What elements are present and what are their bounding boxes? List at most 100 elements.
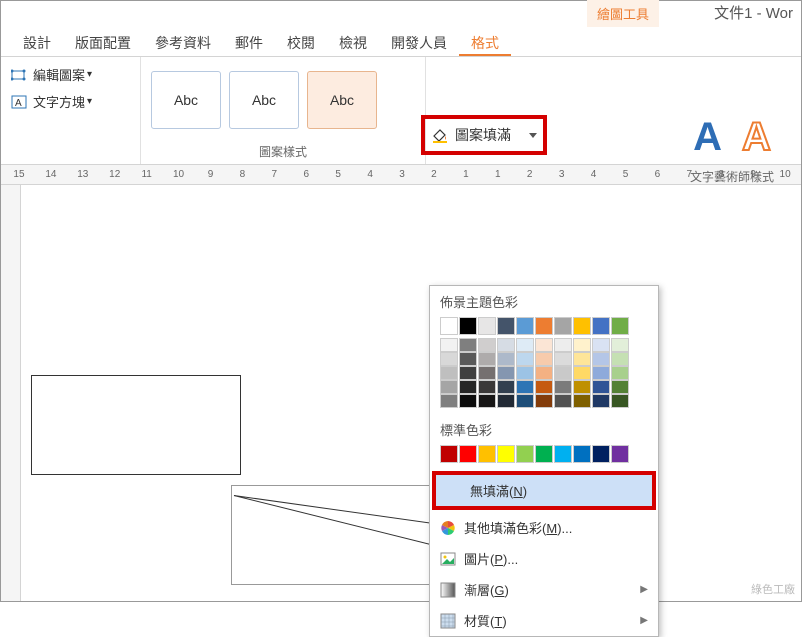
color-swatch[interactable]: [611, 445, 629, 463]
color-swatch[interactable]: [497, 366, 515, 380]
color-swatch[interactable]: [459, 338, 477, 352]
color-swatch[interactable]: [516, 366, 534, 380]
ribbon-tab-1[interactable]: 版面配置: [63, 27, 143, 56]
color-swatch[interactable]: [535, 338, 553, 352]
color-swatch[interactable]: [535, 445, 553, 463]
color-swatch[interactable]: [554, 445, 572, 463]
ribbon-tab-0[interactable]: 設計: [11, 27, 63, 56]
color-swatch[interactable]: [478, 352, 496, 366]
ribbon: 編輯圖案▾ A 文字方塊▾ Abc Abc Abc 圖案樣式 圖案填滿 A A …: [1, 57, 801, 165]
shape-style-gallery[interactable]: Abc Abc Abc: [151, 71, 415, 129]
color-swatch[interactable]: [573, 394, 591, 408]
color-swatch[interactable]: [478, 394, 496, 408]
color-swatch[interactable]: [459, 352, 477, 366]
color-swatch[interactable]: [440, 338, 458, 352]
wordart-style-1[interactable]: A: [693, 115, 722, 160]
submenu-arrow-icon: ▶: [640, 584, 648, 595]
shape-style-2[interactable]: Abc: [229, 71, 299, 129]
ribbon-tab-2[interactable]: 參考資料: [143, 27, 223, 56]
color-swatch[interactable]: [573, 380, 591, 394]
color-swatch[interactable]: [478, 317, 496, 335]
color-swatch[interactable]: [478, 380, 496, 394]
no-fill-item[interactable]: 無填滿(N): [436, 475, 652, 506]
color-swatch[interactable]: [516, 445, 534, 463]
picture-fill-item[interactable]: 圖片(P)...: [430, 543, 658, 574]
color-swatch[interactable]: [440, 380, 458, 394]
color-swatch[interactable]: [516, 317, 534, 335]
color-swatch[interactable]: [611, 366, 629, 380]
ribbon-tab-strip: 設計版面配置參考資料郵件校閱檢視開發人員格式: [1, 27, 801, 57]
ribbon-tab-4[interactable]: 校閱: [275, 27, 327, 56]
color-swatch[interactable]: [554, 380, 572, 394]
color-swatch[interactable]: [440, 366, 458, 380]
color-swatch[interactable]: [497, 352, 515, 366]
color-swatch[interactable]: [440, 317, 458, 335]
edit-shape-button[interactable]: 編輯圖案▾: [11, 65, 130, 84]
color-swatch[interactable]: [497, 380, 515, 394]
color-swatch[interactable]: [611, 380, 629, 394]
color-swatch[interactable]: [611, 317, 629, 335]
color-swatch[interactable]: [516, 380, 534, 394]
shape-style-1[interactable]: Abc: [151, 71, 221, 129]
color-swatch[interactable]: [440, 445, 458, 463]
color-swatch[interactable]: [573, 317, 591, 335]
shape-fill-button[interactable]: 圖案填滿: [421, 115, 547, 155]
color-swatch[interactable]: [440, 394, 458, 408]
ribbon-tab-6[interactable]: 開發人員: [379, 27, 459, 56]
color-swatch[interactable]: [554, 317, 572, 335]
color-swatch[interactable]: [554, 338, 572, 352]
color-swatch[interactable]: [459, 380, 477, 394]
color-swatch[interactable]: [592, 445, 610, 463]
color-swatch[interactable]: [516, 394, 534, 408]
color-swatch[interactable]: [592, 352, 610, 366]
color-swatch[interactable]: [573, 352, 591, 366]
ribbon-tab-5[interactable]: 檢視: [327, 27, 379, 56]
color-swatch[interactable]: [478, 338, 496, 352]
gradient-fill-item[interactable]: 漸層(G) ▶: [430, 574, 658, 605]
color-swatch[interactable]: [535, 352, 553, 366]
text-box-button[interactable]: A 文字方塊▾: [11, 92, 130, 111]
color-swatch[interactable]: [592, 317, 610, 335]
color-swatch[interactable]: [592, 366, 610, 380]
wordart-style-2[interactable]: A: [742, 115, 771, 160]
color-swatch[interactable]: [554, 352, 572, 366]
color-swatch[interactable]: [459, 317, 477, 335]
color-swatch[interactable]: [459, 445, 477, 463]
ruler-tick: 1: [450, 169, 482, 180]
color-swatch[interactable]: [535, 380, 553, 394]
color-swatch[interactable]: [554, 366, 572, 380]
document-area[interactable]: 佈景主題色彩 標準色彩 無填滿(N) 其他填滿色彩(M)... 圖片(P)...…: [1, 185, 801, 601]
vertical-ruler: [1, 185, 21, 601]
color-swatch[interactable]: [535, 394, 553, 408]
color-swatch[interactable]: [516, 352, 534, 366]
color-swatch[interactable]: [478, 445, 496, 463]
wordart-group-label: 文字藝術師樣式: [690, 168, 774, 185]
color-swatch[interactable]: [535, 317, 553, 335]
color-swatch[interactable]: [516, 338, 534, 352]
ribbon-tab-3[interactable]: 郵件: [223, 27, 275, 56]
color-swatch[interactable]: [611, 352, 629, 366]
color-swatch[interactable]: [497, 445, 515, 463]
color-swatch[interactable]: [611, 394, 629, 408]
color-swatch[interactable]: [554, 394, 572, 408]
more-fill-colors-item[interactable]: 其他填滿色彩(M)...: [430, 512, 658, 543]
color-swatch[interactable]: [459, 366, 477, 380]
color-swatch[interactable]: [611, 338, 629, 352]
color-swatch[interactable]: [478, 366, 496, 380]
color-swatch[interactable]: [573, 366, 591, 380]
color-swatch[interactable]: [535, 366, 553, 380]
drawn-rectangle-shape[interactable]: [31, 375, 241, 475]
color-swatch[interactable]: [573, 445, 591, 463]
color-swatch[interactable]: [459, 394, 477, 408]
color-swatch[interactable]: [440, 352, 458, 366]
color-swatch[interactable]: [592, 394, 610, 408]
color-swatch[interactable]: [497, 338, 515, 352]
color-swatch[interactable]: [573, 338, 591, 352]
texture-fill-item[interactable]: 材質(T) ▶: [430, 605, 658, 636]
color-swatch[interactable]: [497, 317, 515, 335]
shape-style-3[interactable]: Abc: [307, 71, 377, 129]
color-swatch[interactable]: [592, 338, 610, 352]
color-swatch[interactable]: [592, 380, 610, 394]
color-swatch[interactable]: [497, 394, 515, 408]
ribbon-tab-7[interactable]: 格式: [459, 27, 511, 56]
